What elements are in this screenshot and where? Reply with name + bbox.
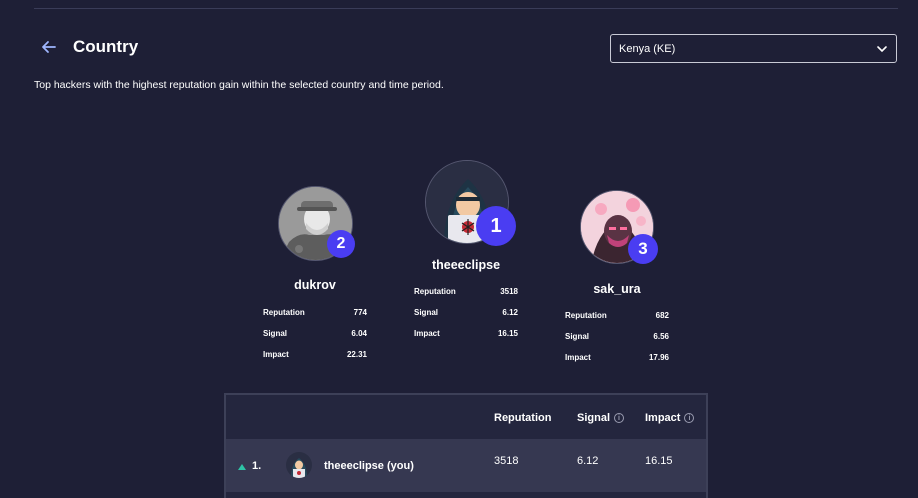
stat-row: Reputation 682 (565, 311, 669, 320)
stat-value: 774 (353, 308, 367, 317)
info-icon[interactable]: i (614, 413, 625, 423)
rank-badge-1: 1 (476, 206, 516, 246)
stat-row: Impact 17.96 (565, 353, 669, 362)
row-signal: 6.12 (577, 455, 599, 467)
row-username[interactable]: theeeclipse (you) (324, 460, 414, 472)
stat-value: 6.04 (351, 329, 367, 338)
stat-row: Reputation 3518 (414, 287, 518, 296)
stat-row: Signal 6.04 (263, 329, 367, 338)
row-rank: 1. (252, 460, 262, 472)
stat-value: 682 (655, 311, 669, 320)
back-arrow-icon[interactable] (38, 36, 60, 58)
podium-name-3[interactable]: sak_ura (567, 282, 667, 296)
stat-label: Signal (263, 329, 288, 338)
table-header: Reputation Signal i Impact i (226, 395, 706, 439)
table-row[interactable]: 1. theeeclipse (you) 3518 6.12 16.15 (226, 439, 706, 492)
chevron-down-icon (877, 46, 887, 53)
page-subtitle: Top hackers with the highest reputation … (34, 79, 444, 91)
stat-label: Signal (565, 332, 590, 341)
row-reputation: 3518 (494, 455, 519, 467)
podium-name-2[interactable]: dukrov (265, 278, 365, 292)
stat-label: Reputation (414, 287, 456, 296)
stat-value: 22.31 (346, 350, 367, 359)
stat-value: 6.12 (502, 308, 518, 317)
country-select[interactable]: Kenya (KE) (610, 34, 897, 63)
page-title: Country (73, 37, 139, 56)
info-icon[interactable]: i (684, 413, 695, 423)
stat-row: Impact 22.31 (263, 350, 367, 359)
row-impact: 16.15 (645, 455, 673, 467)
column-label: Signal (577, 412, 611, 424)
rank-badge-3: 3 (628, 234, 658, 264)
stat-label: Reputation (263, 308, 305, 317)
column-header-reputation[interactable]: Reputation (494, 412, 551, 424)
stat-label: Signal (414, 308, 439, 317)
column-label: Impact (645, 412, 681, 424)
stat-label: Impact (565, 353, 591, 362)
column-label: Reputation (494, 412, 552, 424)
stat-label: Impact (263, 350, 289, 359)
stat-label: Reputation (565, 311, 607, 320)
stat-row: Reputation 774 (263, 308, 367, 317)
column-header-signal[interactable]: Signal i (577, 412, 625, 424)
triangle-up-icon (238, 464, 246, 470)
stat-label: Impact (414, 329, 440, 338)
stat-row: Signal 6.12 (414, 308, 518, 317)
leaderboard-table: Reputation Signal i Impact i 1. theeecli… (224, 393, 708, 498)
top-divider (34, 8, 898, 9)
stat-value: 17.96 (648, 353, 669, 362)
stat-value: 3518 (500, 287, 518, 296)
stat-row: Impact 16.15 (414, 329, 518, 338)
stat-value: 16.15 (497, 329, 518, 338)
podium-name-1[interactable]: theeeclipse (416, 258, 516, 272)
row-avatar[interactable] (286, 452, 312, 478)
rank-badge-2: 2 (327, 230, 355, 258)
stat-row: Signal 6.56 (565, 332, 669, 341)
column-header-impact[interactable]: Impact i (645, 412, 695, 424)
country-select-value: Kenya (KE) (619, 42, 676, 55)
stat-value: 6.56 (653, 332, 669, 341)
